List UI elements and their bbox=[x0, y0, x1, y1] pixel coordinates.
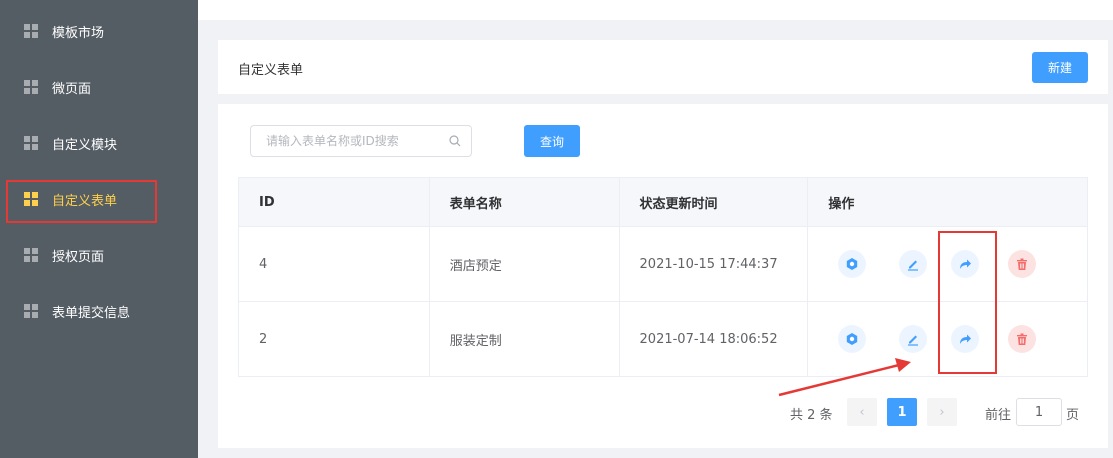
sidebar-item-label: 表单提交信息 bbox=[52, 305, 131, 321]
settings-icon[interactable] bbox=[838, 250, 867, 278]
grid-icon bbox=[24, 304, 38, 318]
search-box bbox=[250, 125, 472, 157]
pagination-prev-button[interactable]: ‹ bbox=[847, 398, 877, 426]
forms-table: ID 表单名称 状态更新时间 操作 4 酒店预定 2021-10-15 17:4… bbox=[238, 177, 1088, 377]
column-header-actions: 操作 bbox=[807, 177, 1088, 227]
search-input[interactable] bbox=[251, 126, 441, 156]
sidebar-item-form-submissions[interactable]: 表单提交信息 bbox=[0, 283, 198, 339]
sidebar: 模板市场 微页面 自定义模块 自定义表单 授权页面 表单提交信息 bbox=[0, 0, 198, 458]
pagination-next-button[interactable]: › bbox=[927, 398, 957, 426]
grid-icon bbox=[24, 248, 38, 262]
page-header: 自定义表单 新建 bbox=[218, 40, 1108, 94]
sidebar-item-micro-page[interactable]: 微页面 bbox=[0, 59, 198, 115]
pagination-goto-label: 前往 bbox=[985, 408, 1012, 423]
cell-name: 酒店预定 bbox=[428, 226, 620, 302]
top-bar bbox=[198, 0, 1113, 20]
cell-id: 2 bbox=[238, 301, 430, 377]
column-header-name: 表单名称 bbox=[428, 177, 620, 227]
sidebar-item-label: 模板市场 bbox=[52, 25, 105, 41]
cell-actions bbox=[807, 226, 1088, 302]
sidebar-item-label: 微页面 bbox=[52, 81, 92, 97]
pagination-goto-input[interactable] bbox=[1016, 398, 1062, 426]
cell-name: 服装定制 bbox=[428, 301, 620, 377]
cell-actions bbox=[807, 301, 1088, 377]
edit-icon[interactable] bbox=[899, 325, 928, 353]
pagination-total: 共 2 条 bbox=[790, 408, 833, 423]
delete-icon[interactable] bbox=[1008, 325, 1037, 353]
share-icon[interactable] bbox=[951, 325, 980, 353]
delete-icon[interactable] bbox=[1008, 250, 1037, 278]
search-icon[interactable] bbox=[449, 135, 461, 147]
share-icon[interactable] bbox=[951, 250, 980, 278]
new-button[interactable]: 新建 bbox=[1032, 52, 1088, 83]
column-header-updated: 状态更新时间 bbox=[618, 177, 809, 227]
column-header-id: ID bbox=[238, 177, 430, 227]
page-title: 自定义表单 bbox=[238, 63, 304, 78]
table-row: 2 服装定制 2021-07-14 18:06:52 bbox=[238, 301, 1088, 377]
cell-id: 4 bbox=[238, 226, 430, 302]
sidebar-item-custom-module[interactable]: 自定义模块 bbox=[0, 115, 198, 171]
edit-icon[interactable] bbox=[899, 250, 928, 278]
sidebar-item-custom-form[interactable]: 自定义表单 bbox=[0, 171, 198, 227]
pagination-goto-suffix: 页 bbox=[1066, 408, 1080, 423]
grid-icon bbox=[24, 192, 38, 206]
table-header-row: ID 表单名称 状态更新时间 操作 bbox=[238, 177, 1088, 227]
sidebar-item-label: 自定义表单 bbox=[52, 193, 118, 209]
sidebar-item-label: 授权页面 bbox=[52, 249, 105, 265]
sidebar-item-template-market[interactable]: 模板市场 bbox=[0, 3, 198, 59]
query-button[interactable]: 查询 bbox=[524, 125, 580, 157]
grid-icon bbox=[24, 80, 38, 94]
grid-icon bbox=[24, 136, 38, 150]
pagination-page-1[interactable]: 1 bbox=[887, 398, 917, 426]
cell-updated: 2021-10-15 17:44:37 bbox=[618, 226, 809, 302]
settings-icon[interactable] bbox=[838, 325, 867, 353]
main-panel: 查询 ID 表单名称 状态更新时间 操作 4 酒店预定 2021-10-15 1… bbox=[218, 104, 1108, 448]
grid-icon bbox=[24, 24, 38, 38]
cell-updated: 2021-07-14 18:06:52 bbox=[618, 301, 809, 377]
sidebar-item-auth-page[interactable]: 授权页面 bbox=[0, 227, 198, 283]
table-row: 4 酒店预定 2021-10-15 17:44:37 bbox=[238, 226, 1088, 302]
sidebar-item-label: 自定义模块 bbox=[52, 137, 118, 153]
